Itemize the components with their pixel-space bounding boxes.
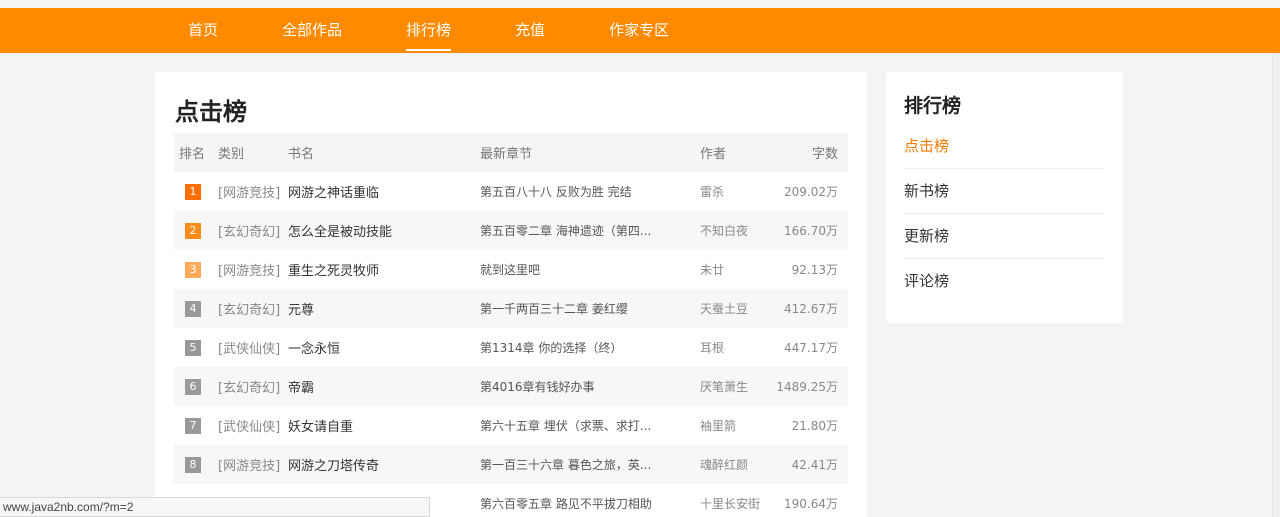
author-name: 天蚕土豆: [700, 302, 749, 316]
sidebar-title: 排行榜: [904, 95, 962, 117]
col-rank-header: 排名: [179, 147, 206, 162]
sidebar-item-click-rank[interactable]: 点击榜: [904, 124, 1104, 169]
rank-badge: 4: [185, 300, 201, 317]
category-link[interactable]: [玄幻奇幻]: [218, 377, 288, 396]
latest-chapter-link[interactable]: 第五百八十八 反败为胜 完结: [480, 183, 700, 200]
table-row: 7 [武侠仙侠] 妖女请自重 第六十五章 埋伏（求票、求打... 袖里箭 21.…: [174, 406, 848, 445]
rank-badge: 1: [185, 183, 201, 200]
table-row: 5 [武侠仙侠] 一念永恒 第1314章 你的选择（终） 耳根 447.17万: [174, 328, 848, 367]
sidebar-item-updates[interactable]: 更新榜: [904, 214, 1104, 259]
sidebar-item-comments[interactable]: 评论榜: [904, 259, 1104, 304]
latest-chapter-link[interactable]: 第五百零二章 海神遗迹（第四...: [480, 222, 700, 239]
col-author-header: 作者: [700, 147, 727, 162]
author-name: 厌笔萧生: [700, 380, 749, 394]
col-book-header: 书名: [288, 147, 315, 162]
browser-status-url: www.java2nb.com/?m=2: [0, 497, 430, 517]
category-link[interactable]: [玄幻奇幻]: [218, 221, 288, 240]
nav-item-all-works[interactable]: 全部作品: [282, 8, 342, 53]
page-scrollbar[interactable]: [1272, 53, 1280, 517]
book-title-link[interactable]: 妖女请自重: [288, 416, 480, 435]
table-row: 1 [网游竞技] 网游之神话重临 第五百八十八 反败为胜 完结 雷杀 209.0…: [174, 172, 848, 211]
latest-chapter-link[interactable]: 第六百零五章 路见不平拔刀相助: [480, 495, 700, 512]
nav-item-rankings[interactable]: 排行榜: [406, 8, 452, 53]
word-count: 412.67万: [784, 302, 838, 316]
col-chapter-header: 最新章节: [480, 147, 533, 162]
author-name: 雷杀: [700, 185, 725, 199]
table-header: 排名 类别 书名 最新章节 作者 字数: [174, 133, 848, 172]
panel-title: 点击榜: [175, 98, 247, 126]
sidebar-list: 点击榜 新书榜 更新榜 评论榜: [904, 124, 1104, 304]
rank-badge: 3: [185, 261, 201, 278]
ranking-panel: 点击榜 排名 类别 书名 最新章节 作者 字数 1 [网游竞技] 网游之神话重临…: [155, 72, 867, 517]
book-title-link[interactable]: 怎么全是被动技能: [288, 221, 480, 240]
latest-chapter-link[interactable]: 第1314章 你的选择（终）: [480, 339, 700, 356]
latest-chapter-link[interactable]: 第一百三十六章 暮色之旅，英...: [480, 456, 700, 473]
author-name: 未廿: [700, 263, 725, 277]
book-title-link[interactable]: 重生之死灵牧师: [288, 260, 480, 279]
author-name: 耳根: [700, 341, 725, 355]
rank-badge: 6: [185, 378, 201, 395]
author-name: 十里长安街: [700, 497, 761, 511]
word-count: 1489.25万: [776, 380, 838, 394]
latest-chapter-link[interactable]: 第4016章有钱好办事: [480, 378, 700, 395]
nav-menu: 首页 全部作品 排行榜 充值 作家专区: [188, 8, 733, 53]
rank-badge: 8: [185, 456, 201, 473]
word-count: 92.13万: [791, 263, 838, 277]
table-row: 8 [网游竞技] 网游之刀塔传奇 第一百三十六章 暮色之旅，英... 魂醉红颜 …: [174, 445, 848, 484]
rank-badge: 2: [185, 222, 201, 239]
book-title-link[interactable]: 帝霸: [288, 377, 480, 396]
word-count: 42.41万: [791, 458, 838, 472]
nav-item-author-zone[interactable]: 作家专区: [609, 8, 669, 53]
ranking-table: 排名 类别 书名 最新章节 作者 字数 1 [网游竞技] 网游之神话重临 第五百…: [174, 133, 848, 517]
book-title-link[interactable]: 网游之刀塔传奇: [288, 455, 480, 474]
word-count: 166.70万: [784, 224, 838, 238]
col-words-header: 字数: [811, 147, 838, 162]
top-navbar: 首页 全部作品 排行榜 充值 作家专区: [0, 8, 1280, 53]
table-row: 2 [玄幻奇幻] 怎么全是被动技能 第五百零二章 海神遗迹（第四... 不知白夜…: [174, 211, 848, 250]
table-row: 6 [玄幻奇幻] 帝霸 第4016章有钱好办事 厌笔萧生 1489.25万: [174, 367, 848, 406]
table-row: 4 [玄幻奇幻] 元尊 第一千两百三十二章 姜红缨 天蚕土豆 412.67万: [174, 289, 848, 328]
ranking-sidebar: 排行榜 点击榜 新书榜 更新榜 评论榜: [886, 72, 1123, 323]
category-link[interactable]: [武侠仙侠]: [218, 416, 288, 435]
book-title-link[interactable]: 元尊: [288, 299, 480, 318]
col-category-header: 类别: [218, 147, 245, 162]
nav-item-home[interactable]: 首页: [188, 8, 218, 53]
category-link[interactable]: [武侠仙侠]: [218, 338, 288, 357]
top-strip: [0, 0, 1280, 8]
author-name: 不知白夜: [700, 224, 749, 238]
table-row: 3 [网游竞技] 重生之死灵牧师 就到这里吧 未廿 92.13万: [174, 250, 848, 289]
book-title-link[interactable]: 网游之神话重临: [288, 182, 480, 201]
word-count: 21.80万: [791, 419, 838, 433]
rank-badge: 5: [185, 339, 201, 356]
author-name: 魂醉红颜: [700, 458, 749, 472]
book-title-link[interactable]: 一念永恒: [288, 338, 480, 357]
latest-chapter-link[interactable]: 就到这里吧: [480, 261, 700, 278]
latest-chapter-link[interactable]: 第一千两百三十二章 姜红缨: [480, 300, 700, 317]
category-link[interactable]: [网游竞技]: [218, 182, 288, 201]
sidebar-item-new-books[interactable]: 新书榜: [904, 169, 1104, 214]
author-name: 袖里箭: [700, 419, 737, 433]
word-count: 190.64万: [784, 497, 838, 511]
word-count: 209.02万: [784, 185, 838, 199]
nav-item-recharge[interactable]: 充值: [515, 8, 545, 53]
category-link[interactable]: [网游竞技]: [218, 455, 288, 474]
category-link[interactable]: [网游竞技]: [218, 260, 288, 279]
word-count: 447.17万: [784, 341, 838, 355]
rank-badge: 7: [185, 417, 201, 434]
category-link[interactable]: [玄幻奇幻]: [218, 299, 288, 318]
latest-chapter-link[interactable]: 第六十五章 埋伏（求票、求打...: [480, 417, 700, 434]
